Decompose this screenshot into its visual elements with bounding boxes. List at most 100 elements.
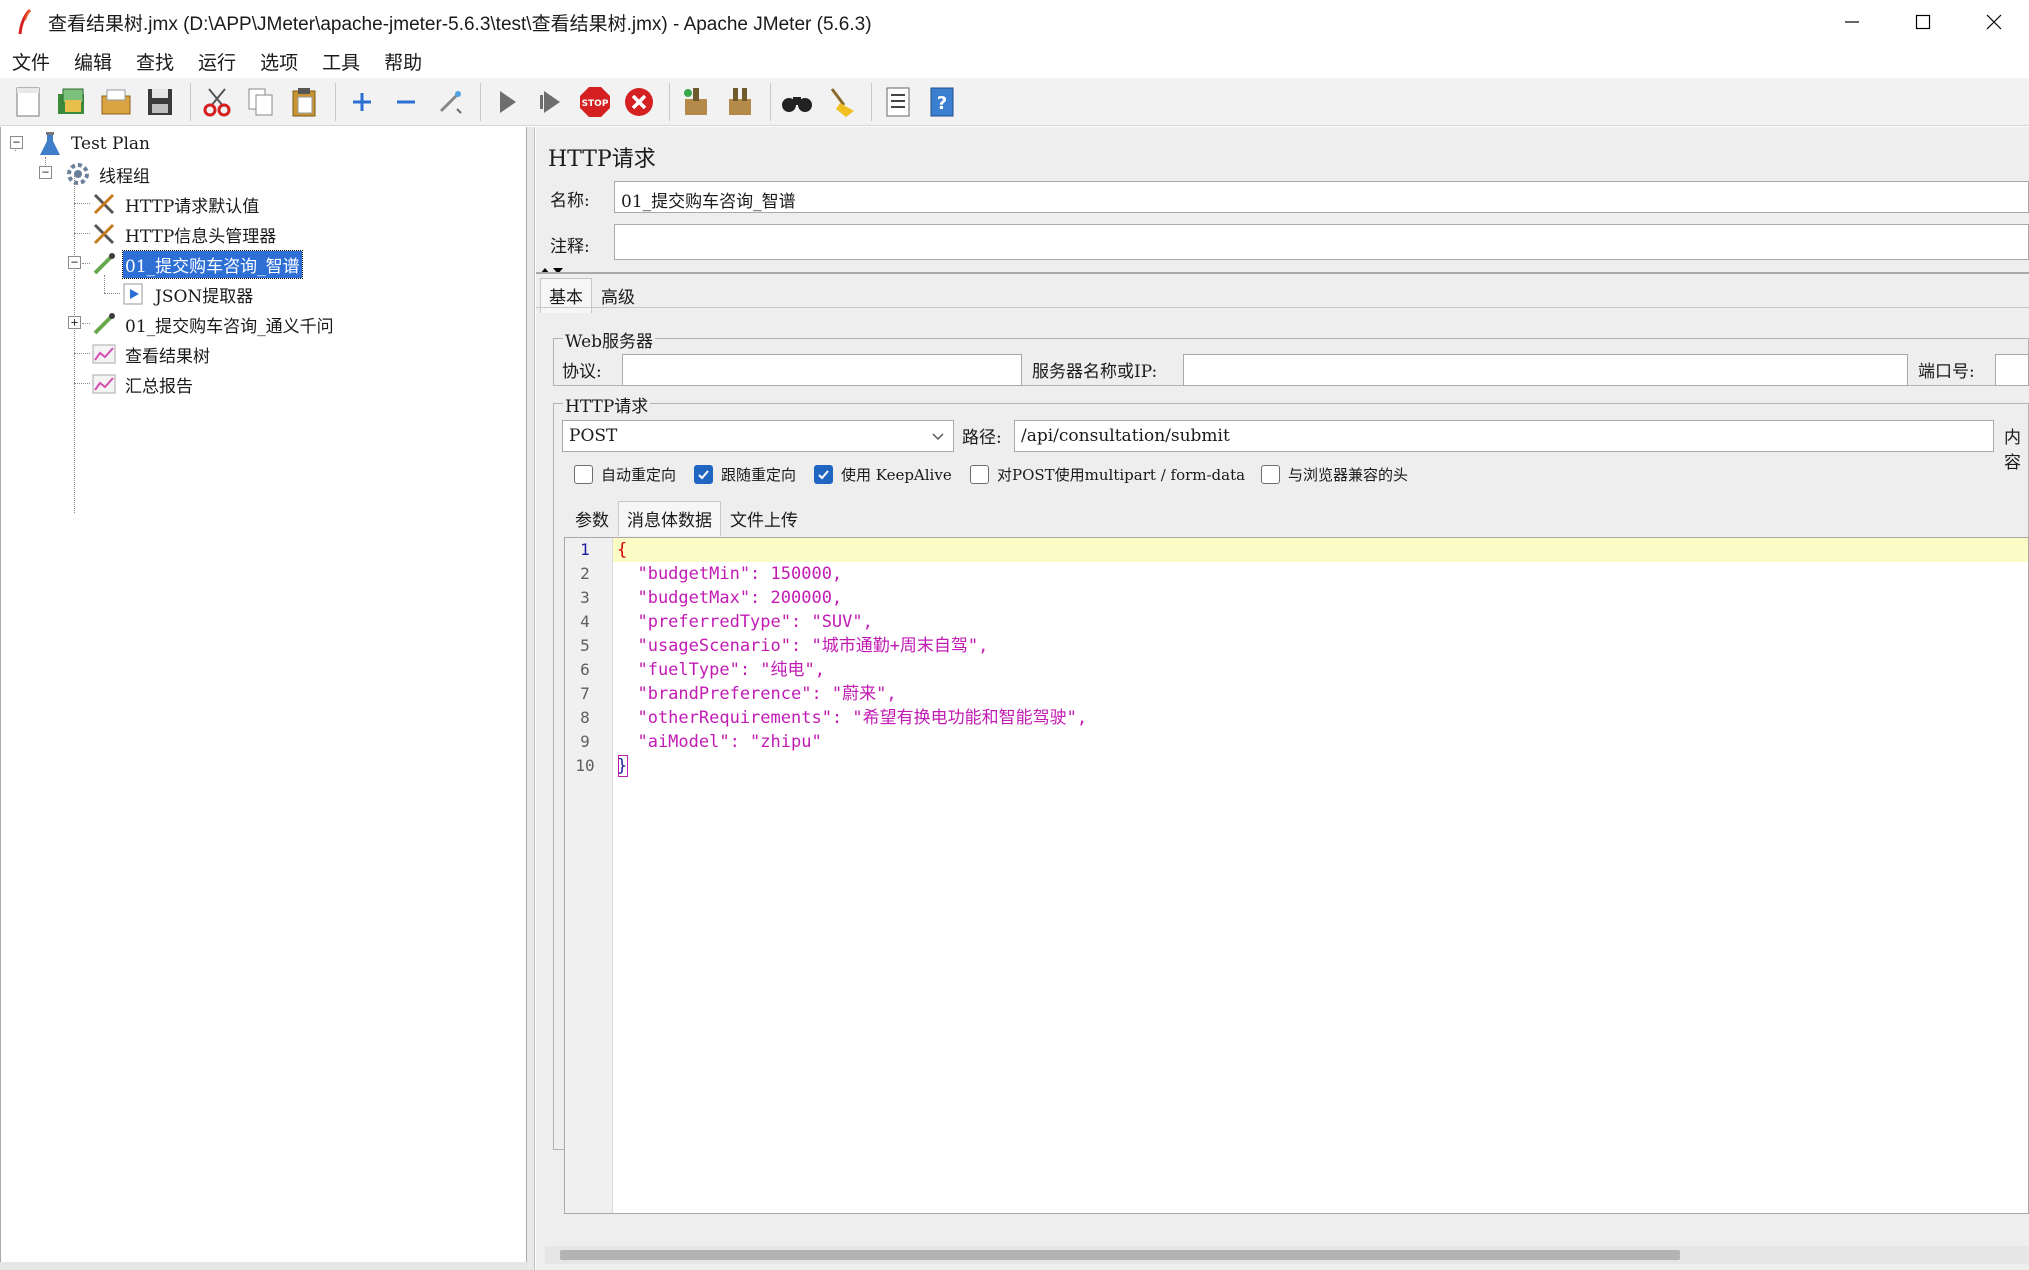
tree-node-label: 01_提交购车咨询_通义千问 bbox=[125, 316, 334, 337]
tree-node-thread-group[interactable]: 线程组 bbox=[65, 160, 152, 188]
body-data-editor[interactable]: 1 2 3 4 5 6 7 8 9 10 { "budgetMin": 1500… bbox=[564, 537, 2029, 1214]
collapse-button[interactable] bbox=[386, 82, 426, 122]
pane-splitter[interactable] bbox=[527, 127, 535, 1270]
jmeter-feather-icon bbox=[18, 8, 32, 35]
help-button[interactable]: ? bbox=[922, 82, 962, 122]
check-icon bbox=[818, 470, 829, 480]
tree-node-sampler-zhipu[interactable]: 01_提交购车咨询_智谱 bbox=[91, 249, 303, 279]
tree-node-summary-report[interactable]: 汇总报告 bbox=[91, 370, 195, 398]
tree-node-header-manager[interactable]: HTTP信息头管理器 bbox=[91, 220, 278, 248]
cut-icon bbox=[203, 87, 231, 116]
tree-connector bbox=[74, 233, 90, 234]
tree-node-test-plan[interactable]: Test Plan bbox=[37, 130, 152, 158]
list-icon bbox=[886, 87, 910, 116]
server-field[interactable] bbox=[1183, 354, 1908, 386]
line-number: 3 bbox=[580, 588, 590, 607]
menu-edit[interactable]: 编辑 bbox=[72, 46, 114, 77]
checkbox-box bbox=[1261, 465, 1280, 484]
window-title: 查看结果树.jmx (D:\APP\JMeter\apache-jmeter-5… bbox=[48, 13, 872, 35]
collapse-arrows-icon[interactable] bbox=[538, 265, 566, 277]
collapse-sampler-toggle[interactable]: − bbox=[68, 256, 81, 269]
save-button[interactable] bbox=[140, 82, 180, 122]
check-icon bbox=[698, 470, 709, 480]
tree-connector bbox=[74, 353, 90, 354]
expand-button[interactable] bbox=[342, 82, 382, 122]
auto-redirect-checkbox[interactable]: 自动重定向 bbox=[574, 464, 676, 485]
stop-button[interactable]: STOP bbox=[575, 82, 615, 122]
method-select[interactable]: POST bbox=[562, 420, 954, 452]
listener-chart-icon bbox=[91, 371, 117, 397]
tree-node-view-results-tree[interactable]: 查看结果树 bbox=[91, 340, 212, 368]
paste-button[interactable] bbox=[285, 82, 325, 122]
menu-run[interactable]: 运行 bbox=[196, 46, 238, 77]
templates-button[interactable] bbox=[52, 82, 92, 122]
port-field[interactable] bbox=[1995, 354, 2029, 386]
save-icon bbox=[148, 88, 172, 115]
expand-sampler-toggle[interactable]: + bbox=[68, 316, 81, 329]
code-line: "preferredType": "SUV", bbox=[617, 612, 873, 632]
reset-search-button[interactable] bbox=[821, 82, 861, 122]
collapse-thread-group-toggle[interactable]: − bbox=[39, 166, 52, 179]
menu-tools[interactable]: 工具 bbox=[320, 46, 362, 77]
shutdown-icon bbox=[625, 87, 653, 116]
tab-parameters[interactable]: 参数 bbox=[566, 501, 618, 536]
close-window-button[interactable] bbox=[1958, 0, 2029, 44]
toggle-wand-icon bbox=[439, 90, 462, 114]
menu-file[interactable]: 文件 bbox=[10, 46, 52, 77]
cut-button[interactable] bbox=[197, 82, 237, 122]
comment-field[interactable] bbox=[614, 224, 2029, 260]
minimize-button[interactable] bbox=[1816, 0, 1887, 44]
maximize-button[interactable] bbox=[1887, 0, 1958, 44]
toggle-button[interactable] bbox=[430, 82, 470, 122]
browser-compatible-headers-checkbox[interactable]: 与浏览器兼容的头 bbox=[1261, 464, 1408, 485]
copy-button[interactable] bbox=[241, 82, 281, 122]
name-field[interactable]: 01_提交购车咨询_智谱 bbox=[614, 181, 2029, 213]
clear-all-button[interactable] bbox=[720, 82, 760, 122]
tree-connector bbox=[104, 293, 120, 294]
protocol-label: 协议: bbox=[562, 362, 602, 382]
tree-connector bbox=[74, 203, 90, 204]
method-value: POST bbox=[569, 426, 618, 446]
checkbox-label: 对POST使用multipart / form-data bbox=[997, 466, 1246, 484]
collapse-test-plan-toggle[interactable]: − bbox=[10, 136, 23, 149]
tree-node-sampler-tongyi[interactable]: 01_提交购车咨询_通义千问 bbox=[91, 310, 336, 338]
follow-redirect-checkbox[interactable]: 跟随重定向 bbox=[694, 464, 796, 485]
menu-help[interactable]: 帮助 bbox=[382, 46, 424, 77]
tree-node-http-defaults[interactable]: HTTP请求默认值 bbox=[91, 190, 261, 218]
open-button[interactable] bbox=[96, 82, 136, 122]
path-field[interactable]: /api/consultation/submit bbox=[1014, 420, 1994, 452]
tab-body-data[interactable]: 消息体数据 bbox=[618, 501, 721, 536]
chevron-down-icon bbox=[932, 433, 944, 441]
svg-text:STOP: STOP bbox=[582, 99, 609, 109]
menu-options[interactable]: 选项 bbox=[258, 46, 300, 77]
checkbox-label: 跟随重定向 bbox=[721, 466, 797, 484]
start-no-pauses-button[interactable] bbox=[531, 82, 571, 122]
clear-button[interactable] bbox=[676, 82, 716, 122]
current-line-highlight bbox=[613, 538, 2028, 562]
tab-file-upload[interactable]: 文件上传 bbox=[721, 501, 807, 536]
open-icon bbox=[101, 89, 131, 114]
menu-search[interactable]: 查找 bbox=[134, 46, 176, 77]
tree-node-label: 查看结果树 bbox=[125, 346, 210, 367]
horizontal-scrollbar-thumb[interactable] bbox=[560, 1250, 1680, 1260]
start-button[interactable] bbox=[487, 82, 527, 122]
code-line: "aiModel": "zhipu" bbox=[617, 732, 822, 752]
paste-icon bbox=[292, 87, 316, 116]
new-button[interactable] bbox=[8, 82, 48, 122]
thread-group-icon bbox=[65, 161, 91, 187]
tree-scrollbar-track[interactable] bbox=[0, 1262, 527, 1270]
line-number: 9 bbox=[580, 732, 590, 751]
protocol-field[interactable] bbox=[622, 354, 1022, 386]
play-icon bbox=[500, 90, 516, 113]
minus-icon bbox=[397, 100, 415, 103]
search-button[interactable] bbox=[777, 82, 817, 122]
keepalive-checkbox[interactable]: 使用 KeepAlive bbox=[814, 464, 952, 485]
code-line: } bbox=[617, 755, 628, 777]
tree-node-json-extractor[interactable]: JSON提取器 bbox=[121, 280, 255, 308]
multipart-checkbox[interactable]: 对POST使用multipart / form-data bbox=[970, 464, 1245, 485]
function-helper-button[interactable] bbox=[878, 82, 918, 122]
line-number: 10 bbox=[575, 756, 595, 775]
line-number: 1 bbox=[580, 540, 590, 559]
shutdown-button[interactable] bbox=[619, 82, 659, 122]
checkbox-box bbox=[574, 465, 593, 484]
